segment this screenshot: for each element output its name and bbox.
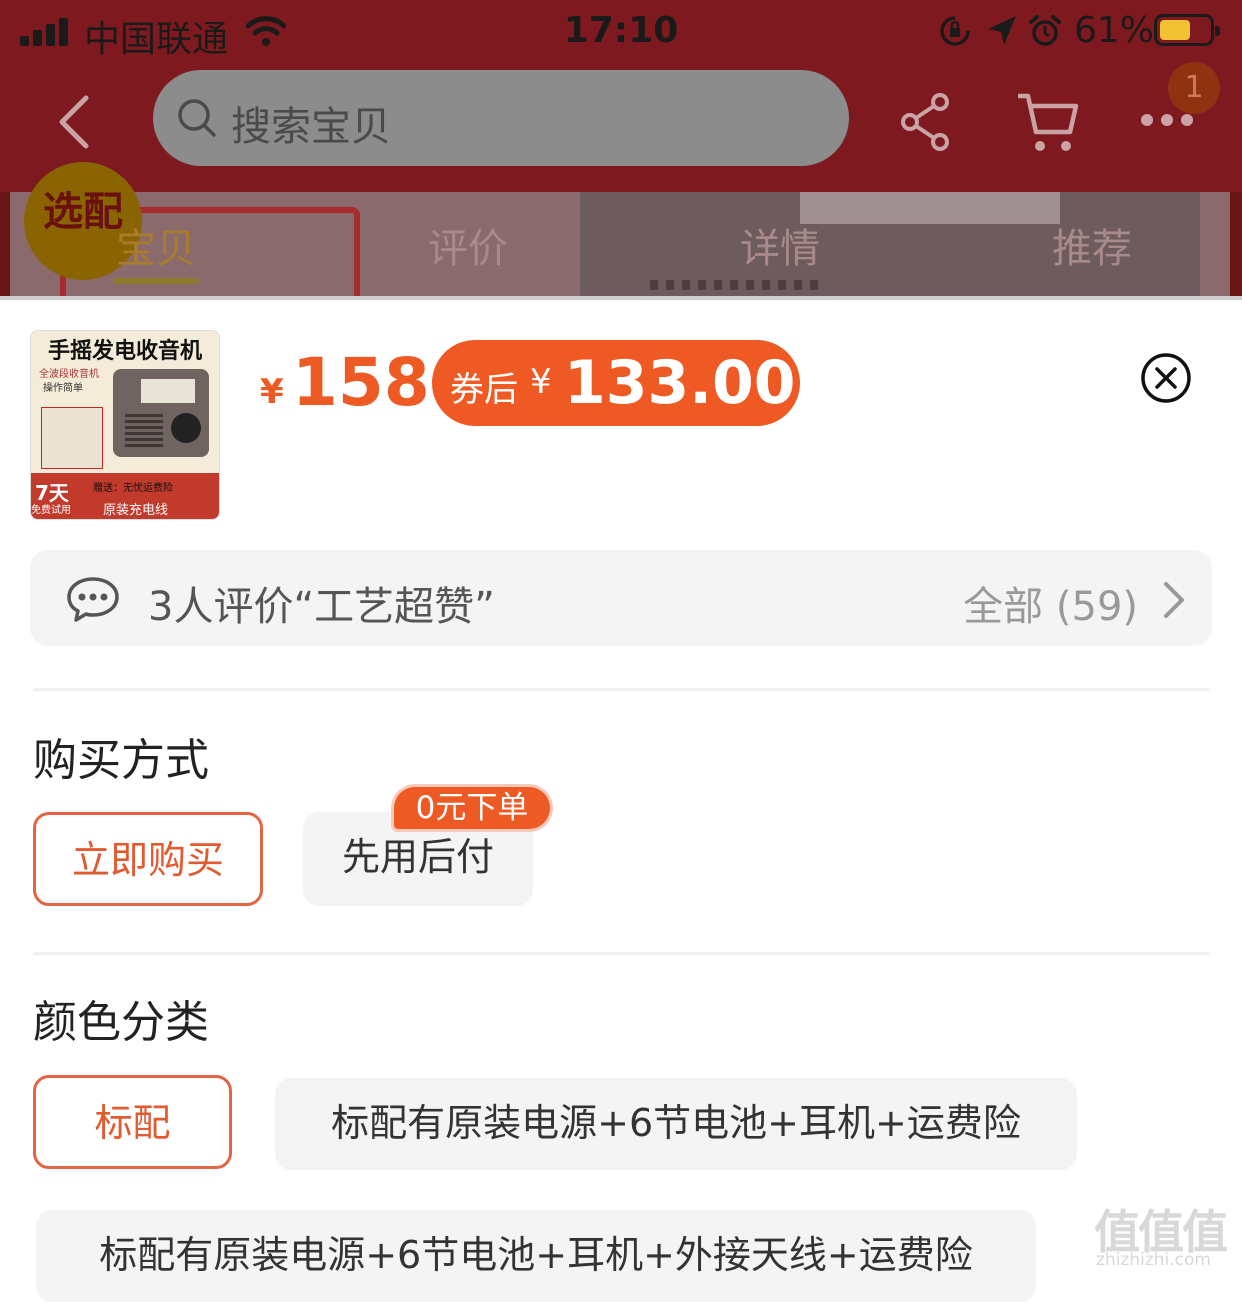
thumb-gift: 原装充电线 bbox=[103, 503, 169, 518]
search-placeholder: 搜索宝贝 bbox=[231, 104, 391, 150]
back-button[interactable] bbox=[52, 92, 102, 152]
battery-icon bbox=[1154, 14, 1220, 46]
color-category-title: 颜色分类 bbox=[33, 997, 209, 1048]
cart-count-badge: 1 bbox=[1168, 62, 1220, 114]
coupon-price: 133.00 bbox=[564, 348, 796, 418]
review-summary-bar[interactable]: 3人评价“工艺超赞” 全部 (59) bbox=[30, 550, 1212, 646]
alarm-icon bbox=[1029, 15, 1061, 46]
buy-now-option[interactable]: 立即购买 bbox=[33, 812, 263, 906]
chat-bubble-icon bbox=[67, 577, 119, 622]
search-icon bbox=[178, 99, 216, 137]
thumb-title: 手摇发电收音机 bbox=[47, 339, 202, 364]
location-icon bbox=[988, 16, 1016, 45]
review-highlight: 3人评价“工艺超赞” bbox=[148, 584, 495, 630]
coupon-price-badge: 券后 ¥ 133.00 bbox=[432, 340, 800, 426]
coupon-label: 券后 bbox=[450, 370, 518, 410]
zero-yuan-order-tag: 0元下单 bbox=[394, 787, 550, 829]
all-reviews-link[interactable]: 全部 (59) bbox=[963, 574, 1138, 632]
thumb-subtitle: 全波段收音机 bbox=[39, 369, 99, 380]
thumb-trial: 免费试用 bbox=[31, 505, 71, 516]
price-currency: ¥ bbox=[260, 372, 284, 412]
product-thumbnail[interactable]: 手摇发电收音机 全波段收音机 操作简单 7天 免费试用 赠送：无忧运费险 原装充… bbox=[30, 330, 220, 520]
watermark-url: zhizhizhi.com bbox=[1096, 1250, 1211, 1270]
coupon-currency: ¥ bbox=[530, 362, 552, 402]
thumb-subtitle-2: 操作简单 bbox=[43, 383, 83, 394]
tab-recommend[interactable]: 推荐 bbox=[992, 216, 1192, 274]
thumb-radio bbox=[113, 369, 209, 457]
close-icon[interactable] bbox=[1140, 352, 1192, 404]
site-watermark: 值值值 zhizhizhi.com bbox=[1094, 1196, 1234, 1276]
price: 158 bbox=[292, 344, 430, 421]
more-options-icon[interactable] bbox=[1140, 112, 1194, 128]
search-input[interactable]: 搜索宝贝 bbox=[153, 70, 849, 166]
tab-item[interactable]: 宝贝 bbox=[56, 216, 256, 274]
purchase-method-title: 购买方式 bbox=[33, 735, 209, 786]
status-bar: 中国联通 17:10 61% bbox=[0, 0, 1242, 62]
tab-details[interactable]: 详情 bbox=[680, 216, 880, 274]
color-option-with-antenna[interactable]: 标配有原装电源+6节电池+耳机+外接天线+运费险 bbox=[36, 1210, 1036, 1302]
battery-percent: 61% bbox=[1074, 10, 1155, 51]
nav-bar: 搜索宝贝 1 bbox=[0, 62, 1242, 192]
background-page: 中国联通 17:10 61% 搜索宝贝 1 选配 宝贝 评价 详情 推荐 bbox=[0, 0, 1242, 300]
cart-icon[interactable] bbox=[1016, 92, 1080, 154]
sku-sheet: 手摇发电收音机 全波段收音机 操作简单 7天 免费试用 赠送：无忧运费险 原装充… bbox=[0, 300, 1242, 1302]
divider bbox=[33, 688, 1209, 691]
active-tab-indicator bbox=[113, 278, 199, 284]
chevron-right-icon bbox=[1164, 582, 1184, 618]
rotation-lock-icon bbox=[940, 16, 970, 46]
color-option-standard[interactable]: 标配 bbox=[33, 1075, 232, 1169]
share-icon[interactable] bbox=[898, 92, 954, 152]
color-option-with-power[interactable]: 标配有原装电源+6节电池+耳机+运费险 bbox=[275, 1078, 1077, 1170]
tab-bar: 宝贝 评价 详情 推荐 bbox=[0, 216, 1242, 296]
thumb-shipping: 赠送：无忧运费险 bbox=[93, 483, 173, 494]
tab-reviews[interactable]: 评价 bbox=[368, 216, 568, 274]
divider bbox=[33, 952, 1209, 955]
thumb-accessories bbox=[41, 407, 103, 469]
